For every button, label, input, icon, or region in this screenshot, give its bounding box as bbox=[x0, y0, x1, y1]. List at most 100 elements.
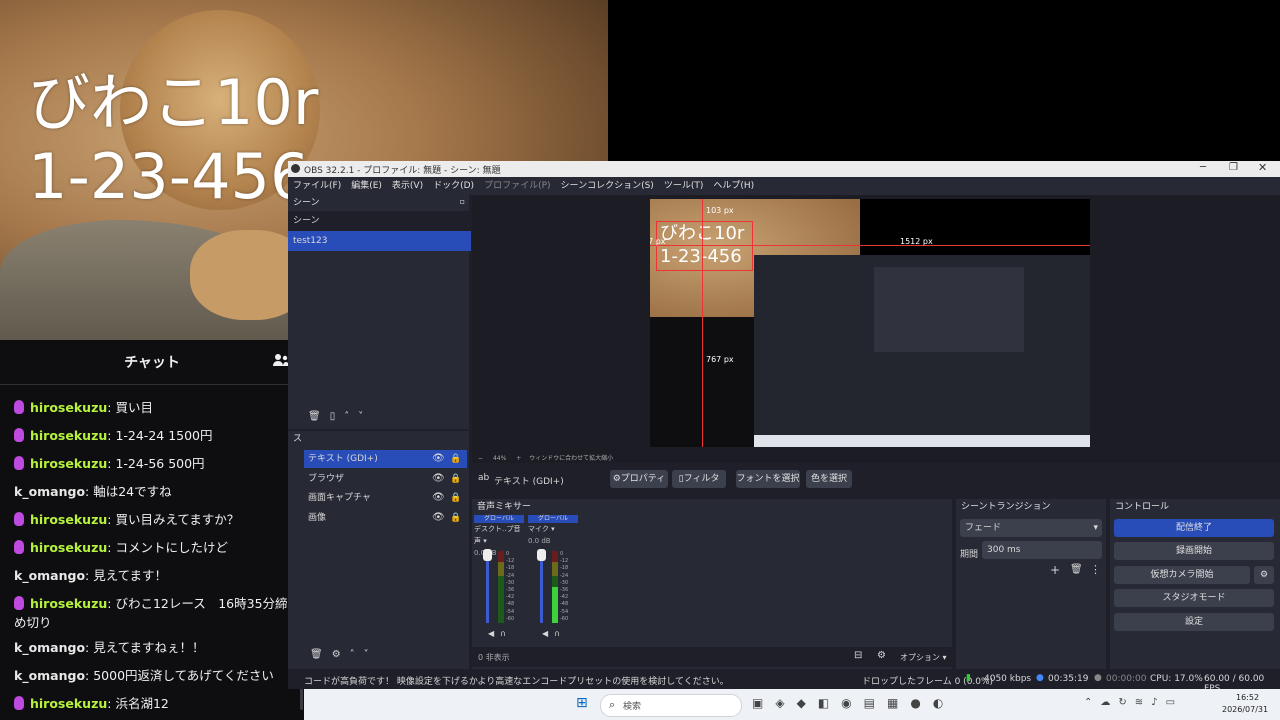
channel-name-select[interactable]: マイク ▾ bbox=[528, 523, 578, 535]
fit-window-label[interactable]: ウィンドウに合わせて拡大縮小 bbox=[529, 455, 613, 462]
scene-item-test123[interactable]: test123 bbox=[288, 231, 471, 251]
speaker-icon[interactable]: ◀ bbox=[488, 629, 500, 638]
clock-date[interactable]: 2026/07/31 bbox=[1222, 705, 1268, 714]
volume-slider-handle[interactable] bbox=[537, 549, 546, 561]
battery-icon[interactable]: ▭ bbox=[1166, 697, 1183, 708]
start-virtual-camera-button[interactable]: 仮想カメラ開始 bbox=[1114, 566, 1250, 584]
file-explorer-icon[interactable]: ▤ bbox=[864, 696, 887, 710]
windows-start-icon[interactable]: ⊞ bbox=[576, 695, 588, 711]
settings-button[interactable]: 設定 bbox=[1114, 613, 1274, 631]
duration-input[interactable]: 300 ms bbox=[982, 541, 1102, 559]
stop-streaming-button[interactable]: 配信終了 bbox=[1114, 519, 1274, 537]
wifi-icon[interactable]: ≋ bbox=[1135, 697, 1151, 708]
chat-username[interactable]: hirosekuzu bbox=[30, 596, 107, 611]
channel-name: デスクト..プ音声 bbox=[474, 525, 521, 545]
headphone-icon[interactable]: ∩ bbox=[500, 629, 512, 638]
tray-overflow-icon[interactable]: ⌃ bbox=[1084, 697, 1100, 708]
add-icon[interactable]: + bbox=[1050, 563, 1060, 577]
channel-name-select[interactable]: デスクト..プ音声 ▾ bbox=[474, 523, 524, 547]
store-icon[interactable]: ▦ bbox=[887, 696, 910, 710]
chat-username[interactable]: hirosekuzu bbox=[30, 512, 107, 527]
eye-icon[interactable]: 👁 bbox=[432, 489, 445, 507]
task-view-icon[interactable]: ▣ bbox=[752, 696, 775, 710]
properties-button[interactable]: ⚙プロパティ bbox=[610, 470, 668, 488]
minimize-icon[interactable]: ─ bbox=[1200, 162, 1206, 173]
headphone-icon[interactable]: ∩ bbox=[554, 629, 566, 638]
lock-icon[interactable]: 🔒 bbox=[450, 450, 461, 468]
menu-item[interactable]: シーンコレクション(S) bbox=[556, 177, 659, 195]
obs-app-icon[interactable]: ● bbox=[910, 696, 932, 710]
up-arrow-icon[interactable]: ˄ bbox=[344, 411, 358, 422]
eye-icon[interactable]: 👁 bbox=[432, 450, 445, 468]
more-icon[interactable]: ⋮ bbox=[1090, 563, 1101, 576]
maximize-icon[interactable]: ❐ bbox=[1229, 162, 1238, 173]
zoom-in-icon[interactable]: + bbox=[516, 455, 521, 462]
source-item[interactable]: 画面キャプチャ 👁 🔒 bbox=[304, 489, 467, 507]
filter-icon[interactable]: ▯ bbox=[330, 411, 345, 422]
preview-canvas[interactable]: びわこ10r 1-23-456 103 px 37 px 1512 px 767… bbox=[650, 199, 1090, 447]
cloud-icon[interactable]: ☁ bbox=[1100, 697, 1118, 708]
sync-icon[interactable]: ↻ bbox=[1118, 697, 1134, 708]
transition-type-select[interactable]: フェード ▾ bbox=[960, 519, 1102, 537]
studio-mode-button[interactable]: スタジオモード bbox=[1114, 589, 1274, 607]
chat-username[interactable]: hirosekuzu bbox=[30, 456, 107, 471]
trash-icon[interactable]: 🗑 bbox=[310, 649, 332, 660]
menu-item[interactable]: プロファイル(P) bbox=[479, 177, 555, 195]
down-arrow-icon[interactable]: ˅ bbox=[364, 649, 378, 660]
layout-icon[interactable]: ⊟ bbox=[854, 650, 862, 661]
chat-username[interactable]: k_omango bbox=[14, 668, 85, 683]
menu-item[interactable]: 表示(V) bbox=[387, 177, 428, 195]
selected-text-source-box[interactable]: びわこ10r 1-23-456 bbox=[656, 221, 753, 271]
mixer-options-button[interactable]: オプション ▾ bbox=[900, 652, 947, 663]
teams-icon[interactable]: ◆ bbox=[797, 696, 818, 710]
taskbar-search-box[interactable]: ⌕ 検索 bbox=[600, 694, 742, 717]
lock-icon[interactable]: 🔒 bbox=[450, 470, 461, 488]
volume-slider[interactable] bbox=[540, 551, 543, 623]
edge-icon[interactable]: ◉ bbox=[841, 696, 863, 710]
source-item[interactable]: ブラウザ 👁 🔒 bbox=[304, 470, 467, 488]
volume-slider-handle[interactable] bbox=[483, 549, 492, 561]
volume-icon[interactable]: ♪ bbox=[1151, 697, 1165, 708]
clock-time[interactable]: 16:52 bbox=[1236, 693, 1259, 702]
volume-slider[interactable] bbox=[486, 551, 489, 623]
source-item[interactable]: 画像 👁 🔒 bbox=[304, 509, 467, 527]
chat-username[interactable]: hirosekuzu bbox=[30, 696, 107, 711]
start-recording-button[interactable]: 録画開始 bbox=[1114, 542, 1274, 560]
menu-item[interactable]: ヘルプ(H) bbox=[708, 177, 759, 195]
trash-icon[interactable]: 🗑 bbox=[1070, 564, 1083, 575]
menu-item[interactable]: ドック(D) bbox=[428, 177, 479, 195]
chat-username[interactable]: k_omango bbox=[14, 484, 85, 499]
down-arrow-icon[interactable]: ˅ bbox=[358, 411, 372, 422]
lock-icon[interactable]: 🔒 bbox=[450, 489, 461, 507]
zoom-out-icon[interactable]: − bbox=[478, 455, 483, 462]
app-icon[interactable]: ◐ bbox=[933, 696, 955, 710]
eye-icon[interactable]: 👁 bbox=[432, 470, 445, 488]
select-color-button[interactable]: 色を選択 bbox=[806, 470, 852, 488]
dock-float-icon[interactable]: ▫ bbox=[460, 197, 465, 206]
chat-username[interactable]: hirosekuzu bbox=[30, 428, 107, 443]
chat-message: k_omango: 軸は24ですね bbox=[14, 482, 298, 501]
source-item[interactable]: テキスト (GDI+) 👁 🔒 bbox=[304, 450, 467, 468]
outlook-icon[interactable]: ◧ bbox=[818, 696, 841, 710]
filters-button[interactable]: ▯フィルタ bbox=[672, 470, 726, 488]
menu-item[interactable]: 編集(E) bbox=[346, 177, 387, 195]
menu-item[interactable]: ファイル(F) bbox=[288, 177, 346, 195]
up-arrow-icon[interactable]: ˄ bbox=[350, 649, 364, 660]
mic-badge-icon bbox=[14, 696, 24, 710]
chat-username[interactable]: hirosekuzu bbox=[30, 400, 107, 415]
lock-icon[interactable]: 🔒 bbox=[450, 509, 461, 527]
chat-username[interactable]: hirosekuzu bbox=[30, 540, 107, 555]
speaker-icon[interactable]: ◀ bbox=[542, 629, 554, 638]
gear-icon[interactable]: ⚙ bbox=[332, 649, 350, 660]
copilot-icon[interactable]: ◈ bbox=[775, 696, 796, 710]
chat-username[interactable]: k_omango bbox=[14, 568, 85, 583]
eye-icon[interactable]: 👁 bbox=[432, 509, 445, 527]
close-icon[interactable]: ✕ bbox=[1258, 161, 1267, 174]
virtual-camera-settings-button[interactable]: ⚙ bbox=[1254, 566, 1274, 584]
chat-username[interactable]: k_omango bbox=[14, 640, 85, 655]
menu-item[interactable]: ツール(T) bbox=[659, 177, 709, 195]
meter-scale-tick: 0 bbox=[560, 551, 564, 557]
trash-icon[interactable]: 🗑 bbox=[308, 411, 330, 422]
select-font-button[interactable]: フォントを選択 bbox=[736, 470, 800, 488]
advanced-audio-icon[interactable]: ⚙ bbox=[877, 650, 886, 661]
